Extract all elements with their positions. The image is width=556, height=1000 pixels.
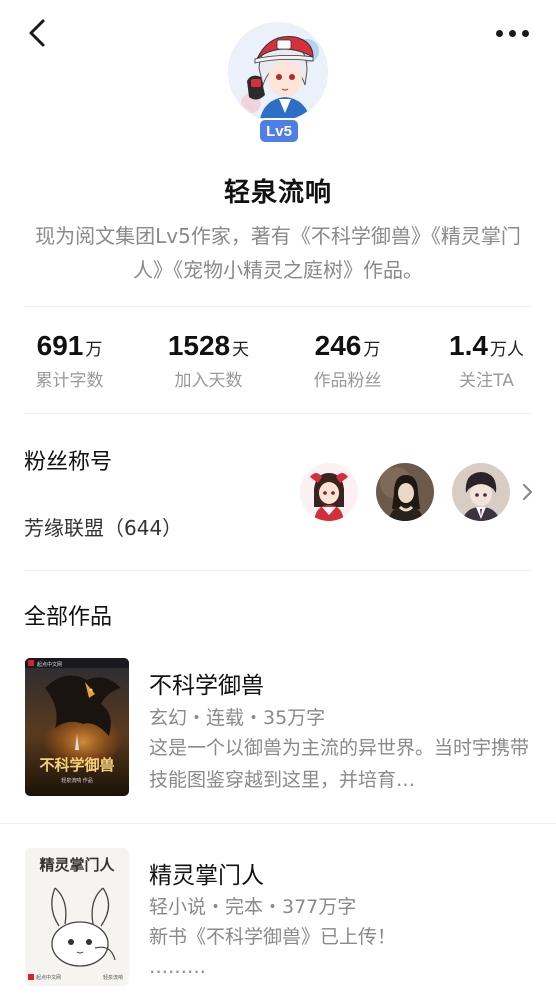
divider (24, 570, 532, 571)
divider (0, 823, 556, 824)
author-avatar[interactable] (228, 22, 328, 122)
fan-avatar[interactable] (376, 463, 434, 521)
stat-value: 246 (314, 330, 362, 361)
book-cover: 起点中文网 不科学御兽 轻泉流响 作品 (25, 658, 129, 796)
fan-title-name: 芳缘联盟（644） (24, 516, 183, 540)
more-dot (508, 29, 516, 37)
shrine-maiden-avatar (300, 463, 358, 521)
stat-value: 1528 (167, 330, 231, 361)
book-cover: 精灵掌门人 起点中文网 轻泉流响 (25, 848, 129, 986)
stat-label: 加入天数 (174, 371, 243, 391)
stat-value: 1.4 (449, 330, 488, 361)
vintage-woman-avatar (376, 463, 434, 521)
stat-days-joined: 1528 天 加入天数 (139, 330, 278, 400)
stat-fans: 246 万 作品粉丝 (278, 330, 417, 400)
avatar-image (229, 23, 327, 121)
fan-title-heading: 粉丝称号 (24, 450, 113, 475)
dark-haired-boy-avatar (452, 463, 510, 521)
cover-title: 精灵掌门人 (39, 856, 115, 874)
author-name: 轻泉流响 (223, 178, 332, 208)
more-dot (521, 29, 529, 37)
stat-unit: 万 (363, 340, 381, 360)
stat-unit: 万 (85, 340, 103, 360)
cover-subtitle: 轻泉流响 作品 (61, 777, 93, 784)
book-item[interactable]: 起点中文网 不科学御兽 轻泉流响 作品 不科学御兽 玄幻・连载・35万字 这是一… (0, 658, 556, 803)
cover-brand: 起点中文网 (37, 661, 62, 668)
cover-author: 轻泉流响 (103, 974, 123, 981)
stat-unit: 天 (232, 340, 250, 360)
bunny-cover-image: 精灵掌门人 起点中文网 轻泉流响 (25, 848, 129, 986)
stat-label: 累计字数 (35, 371, 104, 391)
stat-unit: 万人 (489, 340, 524, 360)
cover-brand: 起点中文网 (36, 974, 61, 981)
stat-label: 关注TA (459, 371, 514, 391)
author-bio: 现为阅文集团Lv5作家，著有《不科学御兽》《精灵掌门人》《宠物小精灵之庭树》作品… (35, 224, 521, 282)
dragon-cover-image: 起点中文网 不科学御兽 轻泉流响 作品 (25, 658, 129, 796)
back-button[interactable] (22, 16, 52, 50)
book-meta: 玄幻・连载・35万字 (149, 707, 326, 729)
stat-followers[interactable]: 1.4 万人 关注TA (417, 330, 556, 400)
cover-title: 不科学御兽 (39, 756, 114, 774)
book-meta: 轻小说・完本・377万字 (149, 896, 357, 918)
more-button[interactable] (492, 18, 532, 48)
book-item[interactable]: 精灵掌门人 起点中文网 轻泉流响 精灵掌门人 轻小说・完本・377万字 新书《不… (0, 848, 556, 993)
works-heading: 全部作品 (24, 605, 113, 630)
book-title: 精灵掌门人 (149, 863, 264, 889)
divider (24, 306, 532, 307)
fan-avatars-row[interactable] (300, 462, 536, 522)
stat-value: 691 (36, 330, 84, 361)
divider (24, 413, 532, 414)
chevron-left-icon (29, 19, 45, 47)
fan-avatar[interactable] (300, 463, 358, 521)
book-description: 这是一个以御兽为主流的异世界。当时宇携带技能图鉴穿越到这里，并培育… (149, 737, 530, 791)
book-title: 不科学御兽 (149, 673, 264, 699)
book-description: 新书《不科学御兽》已上传！ ……… (149, 926, 397, 978)
more-dot (495, 29, 503, 37)
stats-row: 691 万 累计字数 1528 天 加入天数 246 万 作品粉丝 1.4 万人 关注T… (0, 330, 556, 400)
fan-avatar[interactable] (452, 463, 510, 521)
stat-word-count: 691 万 累计字数 (0, 330, 139, 400)
level-badge: Lv5 (258, 118, 300, 144)
stat-label: 作品粉丝 (313, 371, 382, 391)
chevron-right-icon (518, 482, 536, 502)
